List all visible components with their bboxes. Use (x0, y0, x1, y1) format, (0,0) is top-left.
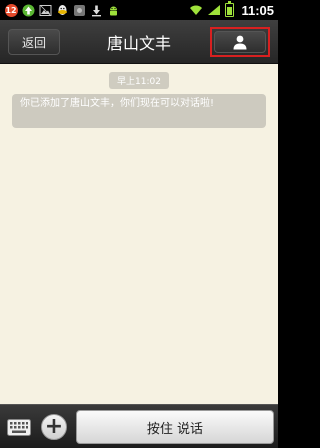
android-icon (106, 3, 120, 17)
profile-button[interactable] (214, 31, 266, 53)
download-icon (89, 3, 103, 17)
timestamp-label: 早上11:02 (109, 72, 169, 89)
notification-count-icon: 12 (4, 3, 18, 17)
message-timestamp: 早上11:02 (0, 72, 278, 89)
chat-area[interactable]: 早上11:02 你已添加了唐山文丰，你们现在可以对话啦! (0, 64, 278, 404)
signal-icon (207, 3, 221, 17)
notification-count: 12 (4, 3, 18, 17)
upload-arrow-icon (21, 3, 35, 17)
battery-level (227, 6, 233, 15)
battery-icon (225, 1, 235, 17)
back-button[interactable]: 返回 (8, 29, 60, 55)
keyboard-icon (7, 418, 31, 436)
keyboard-button[interactable] (4, 414, 34, 440)
unknown-app-icon (72, 3, 86, 17)
status-bar-notifications: 12 (4, 3, 189, 17)
status-bar-system: 11:05 (189, 1, 274, 18)
more-options-button[interactable]: + (38, 412, 70, 442)
title-bar: 返回 唐山文丰 (0, 20, 278, 64)
chat-title: 唐山文丰 (106, 34, 171, 53)
status-bar-clock: 11:05 (241, 2, 274, 18)
qq-icon (55, 3, 69, 17)
image-icon (38, 3, 52, 17)
status-bar: 12 11:05 (0, 0, 278, 20)
profile-button-highlight (210, 27, 270, 57)
wifi-icon (189, 3, 203, 17)
system-message: 你已添加了唐山文丰，你们现在可以对话啦! (12, 94, 266, 128)
person-icon (233, 35, 247, 50)
input-bar: + 按住 说话 (0, 404, 278, 448)
hold-to-talk-button[interactable]: 按住 说话 (76, 410, 274, 444)
plus-icon: + (41, 414, 67, 440)
